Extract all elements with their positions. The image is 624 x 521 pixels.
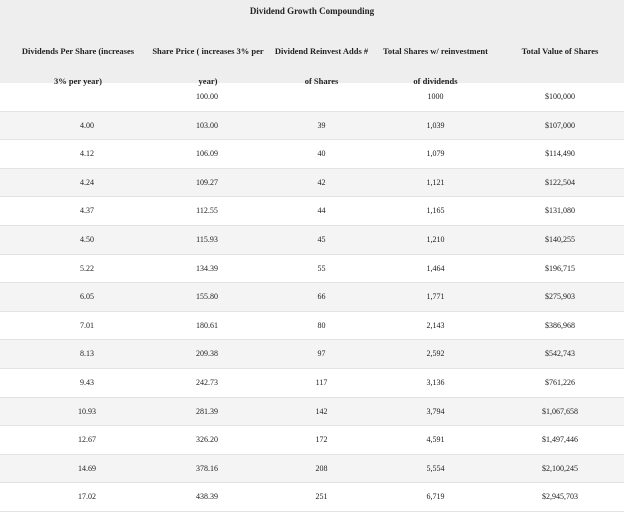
total-value-cell: $140,255 <box>545 234 575 244</box>
total-shares-cell: 3,794 <box>426 406 445 416</box>
reinvest-shares-cell: 55 <box>317 263 326 273</box>
header-line: Dividends Per Share (increases <box>21 46 135 56</box>
table-row: 7.01 180.61 80 2,143 $386,968 <box>0 312 624 341</box>
dividend-cell: 8.13 <box>80 349 94 359</box>
reinvest-shares-cell: 44 <box>317 206 326 216</box>
share-price-cell: 242.73 <box>196 377 218 387</box>
dividend-cell: 9.43 <box>80 377 94 387</box>
share-price-cell: 326.20 <box>196 435 218 445</box>
reinvest-shares-cell: 40 <box>317 149 326 159</box>
dividend-cell: 7.01 <box>80 320 94 330</box>
header-line: Total Shares w/ reinvestment <box>383 46 488 56</box>
share-price-cell: 112.55 <box>196 206 218 216</box>
total-value-cell: $542,743 <box>545 349 575 359</box>
table-row: 12.67 326.20 172 4,591 $1,497,446 <box>0 426 624 455</box>
total-value-cell: $131,080 <box>545 206 575 216</box>
total-value-cell: $114,490 <box>545 149 575 159</box>
total-value-cell: $122,504 <box>545 177 575 187</box>
share-price-cell: 180.61 <box>196 320 218 330</box>
dividend-cell: 4.37 <box>80 206 94 216</box>
total-shares-cell: 1000 <box>427 92 444 101</box>
table-header: Dividend Growth Compounding Dividends Pe… <box>0 0 624 86</box>
table-row: 4.12 106.09 40 1,079 $114,490 <box>0 140 624 169</box>
share-price-cell: 209.38 <box>196 349 218 359</box>
share-price-cell: 106.09 <box>196 149 218 159</box>
total-shares-cell: 5,554 <box>426 463 445 473</box>
total-shares-cell: 1,771 <box>426 292 445 302</box>
share-price-cell: 134.39 <box>196 263 218 273</box>
dividend-table: Dividend Growth Compounding Dividends Pe… <box>0 0 624 521</box>
dividend-cell: 14.69 <box>78 463 96 473</box>
share-price-cell: 103.00 <box>196 120 218 130</box>
share-price-cell: 378.16 <box>196 463 218 473</box>
total-value-cell: $2,945,703 <box>542 492 578 502</box>
reinvest-shares-cell: 42 <box>317 177 326 187</box>
reinvest-shares-cell: 172 <box>315 435 328 445</box>
total-value-cell: $107,000 <box>545 120 575 130</box>
table-row: 6.05 155.80 66 1,771 $275,903 <box>0 283 624 312</box>
share-price-cell: 100.00 <box>196 92 218 101</box>
total-shares-cell: 1,464 <box>426 263 445 273</box>
dividend-cell: 4.12 <box>80 149 94 159</box>
table-body: 100.00 1000 $100,000 4.00 103.00 39 1,039 $107,… <box>0 83 624 512</box>
total-value-cell: $2,100,245 <box>542 463 578 473</box>
reinvest-shares-cell: 45 <box>317 234 326 244</box>
share-price-cell: 109.27 <box>196 177 218 187</box>
total-value-cell: $1,067,658 <box>542 406 578 416</box>
header-total-value: Total Value of Shares <box>496 36 624 66</box>
table-row: 100.00 1000 $100,000 <box>0 83 624 112</box>
table-row: 4.24 109.27 42 1,121 $122,504 <box>0 168 624 198</box>
total-value-cell: $100,000 <box>545 92 575 101</box>
total-shares-cell: 1,121 <box>426 177 445 187</box>
dividend-cell: 4.50 <box>80 234 94 244</box>
total-shares-cell: 1,079 <box>426 149 445 159</box>
reinvest-shares-cell: 39 <box>317 120 326 130</box>
dividend-cell: 4.24 <box>80 177 94 187</box>
reinvest-shares-cell: 117 <box>315 377 328 387</box>
share-price-cell: 155.80 <box>196 292 218 302</box>
table-row: 4.50 115.93 45 1,210 $140,255 <box>0 225 624 255</box>
table-row: 17.02 438.39 251 6,719 $2,945,703 <box>0 483 624 512</box>
reinvest-shares-cell: 142 <box>315 406 328 416</box>
total-shares-cell: 1,165 <box>426 206 445 216</box>
table-row: 4.00 103.00 39 1,039 $107,000 <box>0 111 624 141</box>
total-shares-cell: 1,039 <box>426 120 445 130</box>
reinvest-shares-cell: 80 <box>317 320 326 330</box>
table-title: Dividend Growth Compounding <box>249 6 375 16</box>
header-line: Share Price ( increases 3% per <box>152 46 264 56</box>
total-shares-cell: 2,143 <box>426 320 445 330</box>
share-price-cell: 438.39 <box>196 492 218 502</box>
dividend-cell: 6.05 <box>80 292 94 302</box>
total-value-cell: $1,497,446 <box>542 435 578 445</box>
share-price-cell: 281.39 <box>196 406 218 416</box>
header-line: Dividend Reinvest Adds # <box>274 46 369 56</box>
total-shares-cell: 3,136 <box>426 377 445 387</box>
total-shares-cell: 4,591 <box>426 435 445 445</box>
dividend-cell: 10.93 <box>78 406 96 416</box>
total-shares-cell: 2,592 <box>426 349 445 359</box>
reinvest-shares-cell: 66 <box>317 292 326 302</box>
share-price-cell: 115.93 <box>196 234 218 244</box>
reinvest-shares-cell: 208 <box>315 463 328 473</box>
table-row: 14.69 378.16 208 5,554 $2,100,245 <box>0 454 624 484</box>
dividend-cell: 4.00 <box>80 120 94 130</box>
table-row: 9.43 242.73 117 3,136 $761,226 <box>0 369 624 398</box>
table-row: 4.37 112.55 44 1,165 $131,080 <box>0 197 624 226</box>
table-row: 8.13 209.38 97 2,592 $542,743 <box>0 340 624 369</box>
dividend-cell: 5.22 <box>80 263 94 273</box>
total-value-cell: $275,903 <box>545 292 575 302</box>
reinvest-shares-cell: 251 <box>315 492 328 502</box>
total-shares-cell: 6,719 <box>426 492 445 502</box>
table-row: 5.22 134.39 55 1,464 $196,715 <box>0 255 624 284</box>
total-value-cell: $761,226 <box>545 377 575 387</box>
total-shares-cell: 1,210 <box>426 234 445 244</box>
header-line: Total Value of Shares <box>521 46 599 56</box>
table-row: 10.93 281.39 142 3,794 $1,067,658 <box>0 397 624 427</box>
total-value-cell: $196,715 <box>545 263 575 273</box>
dividend-cell: 17.02 <box>78 492 96 502</box>
total-value-cell: $386,968 <box>545 320 575 330</box>
dividend-cell: 12.67 <box>78 435 96 445</box>
reinvest-shares-cell: 97 <box>317 349 326 359</box>
